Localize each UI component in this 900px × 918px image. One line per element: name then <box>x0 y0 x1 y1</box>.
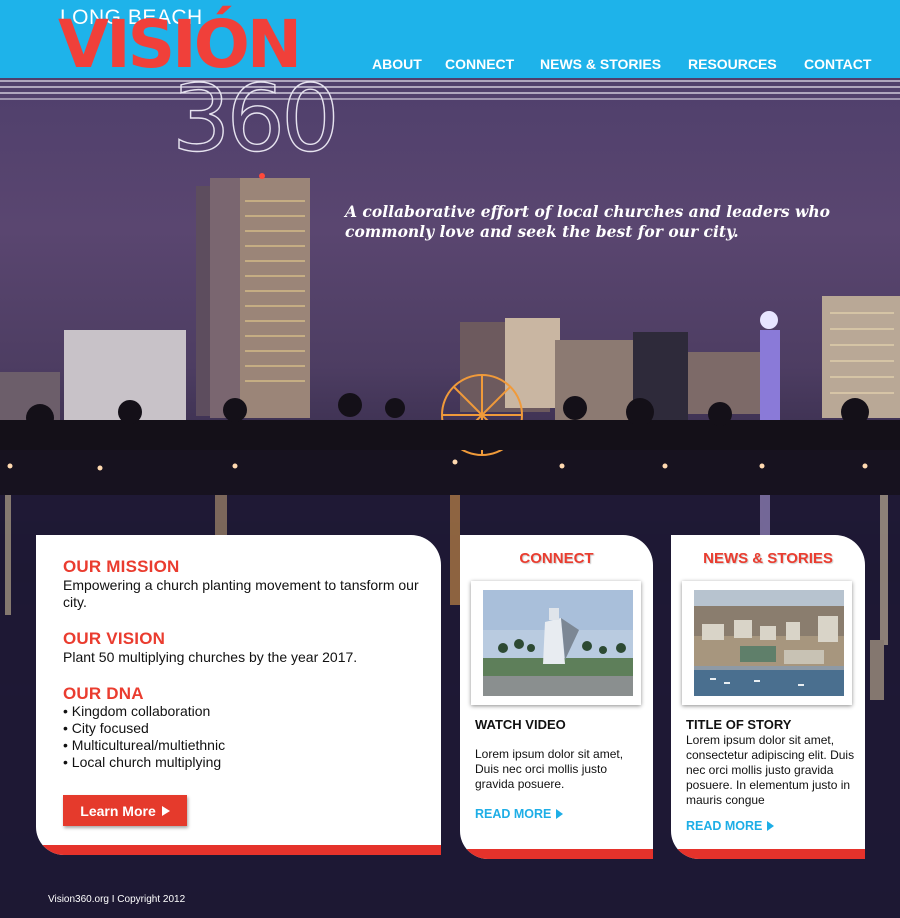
learn-more-label: Learn More <box>80 802 156 819</box>
panel-red-base <box>36 845 441 855</box>
main-navigation: ABOUT CONNECT NEWS & STORIES RESOURCES C… <box>0 56 900 76</box>
nav-item-contact[interactable]: CONTACT <box>804 56 871 72</box>
tall-tower <box>196 173 310 418</box>
watch-video-title[interactable]: WATCH VIDEO <box>475 717 566 732</box>
news-card-text: Lorem ipsum dolor sit amet, consectetur … <box>686 733 855 807</box>
hero-tagline: A collaborative effort of local churches… <box>345 202 845 242</box>
dna-title: OUR DNA <box>63 684 144 703</box>
learn-more-button[interactable]: Learn More <box>63 795 187 826</box>
mission-text: Empowering a church planting movement to… <box>63 577 419 610</box>
connect-read-more-link[interactable]: READ MORE <box>475 807 564 821</box>
logo-360-outline[interactable]: 360 <box>170 76 370 160</box>
footer-text: Vision360.org I Copyright 2012 <box>48 894 186 905</box>
list-item: City focused <box>63 720 225 737</box>
mission-panel: OUR MISSION Empowering a church planting… <box>36 535 441 855</box>
lighthouse-photo <box>483 590 633 696</box>
vision-title: OUR VISION <box>63 629 166 648</box>
nav-item-news-stories[interactable]: NEWS & STORIES <box>540 56 661 72</box>
panel-red-base <box>671 849 865 859</box>
dna-list: Kingdom collaboration City focused Multi… <box>63 703 225 771</box>
list-item: Multicultureal/multiethnic <box>63 737 225 754</box>
nav-item-about[interactable]: ABOUT <box>372 56 422 72</box>
list-item: Kingdom collaboration <box>63 703 225 720</box>
read-more-label: READ MORE <box>475 807 552 821</box>
connect-card-text: Lorem ipsum dolor sit amet, Duis nec orc… <box>475 747 624 791</box>
mission-title: OUR MISSION <box>63 557 180 576</box>
read-more-label: READ MORE <box>686 819 763 833</box>
tagline-line-1: A collaborative effort of local churches… <box>345 202 830 221</box>
nav-item-connect[interactable]: CONNECT <box>445 56 514 72</box>
vision-text: Plant 50 multiplying churches by the yea… <box>63 649 358 665</box>
list-item: Local church multiplying <box>63 754 225 771</box>
triangle-right-icon <box>556 809 564 819</box>
triangle-right-icon <box>161 805 170 816</box>
city-aerial-photo <box>694 590 844 696</box>
video-thumbnail[interactable] <box>471 581 641 705</box>
story-thumbnail[interactable] <box>682 581 852 705</box>
logo-360-text: 360 <box>172 76 336 160</box>
nav-item-resources[interactable]: RESOURCES <box>688 56 777 72</box>
lighthouse <box>760 330 780 430</box>
tagline-line-2: commonly love and seek the best for our … <box>345 222 739 241</box>
connect-card: CONNECT WATCH VIDEO Lorem ipsum dolor si… <box>460 535 653 859</box>
news-card: NEWS & STORIES TITLE OF STORY Lorem ipsu… <box>671 535 865 859</box>
triangle-right-icon <box>767 821 775 831</box>
connect-card-title: CONNECT <box>519 550 594 567</box>
news-read-more-link[interactable]: READ MORE <box>686 819 775 833</box>
story-title[interactable]: TITLE OF STORY <box>686 717 791 732</box>
news-card-title: NEWS & STORIES <box>703 550 833 567</box>
panel-red-base <box>460 849 653 859</box>
